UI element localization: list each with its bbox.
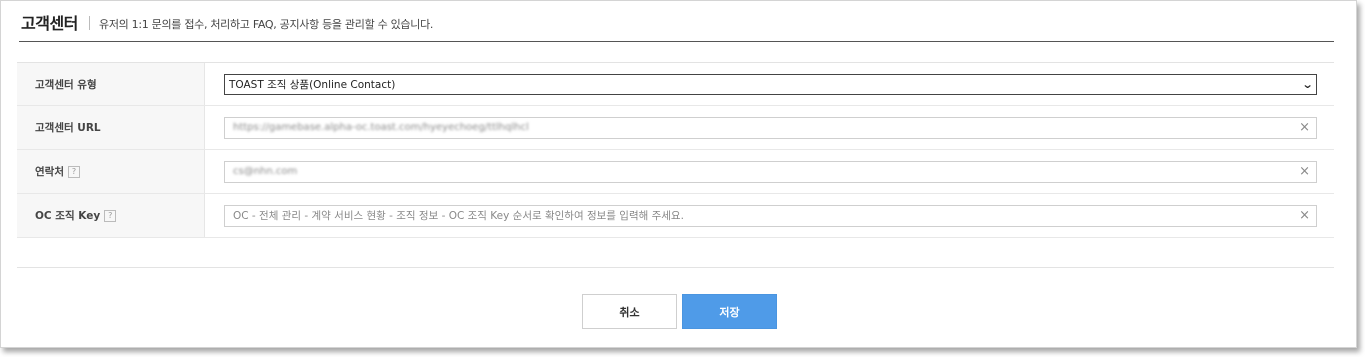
settings-form: 고객센터 유형 TOAST 조직 상품(Online Contact) ⌄ 고객… (17, 62, 1334, 238)
chevron-down-icon: ⌄ (1301, 77, 1314, 91)
contact-value-cell: cs@nhn.com × (205, 150, 1334, 193)
org-key-placeholder: OC - 전체 관리 - 계약 서비스 현황 - 조직 정보 - OC 조직 K… (233, 210, 684, 222)
title-divider (89, 16, 90, 30)
customer-center-panel: 고객센터 유저의 1:1 문의를 접수, 처리하고 FAQ, 공지사항 등을 관… (0, 0, 1357, 348)
form-row-url: 고객센터 URL https://gamebase.alpha-oc.toast… (17, 106, 1334, 150)
clear-contact-icon[interactable]: × (1299, 165, 1310, 178)
url-label: 고객센터 URL (17, 106, 205, 149)
form-row-type: 고객센터 유형 TOAST 조직 상품(Online Contact) ⌄ (17, 63, 1334, 106)
org-key-label: OC 조직 Key ? (17, 194, 205, 237)
page-header: 고객센터 유저의 1:1 문의를 접수, 처리하고 FAQ, 공지사항 등을 관… (19, 9, 1334, 42)
type-label: 고객센터 유형 (17, 63, 205, 105)
help-icon[interactable]: ? (67, 165, 80, 178)
page-title: 고객센터 (21, 14, 78, 33)
url-label-text: 고객센터 URL (35, 122, 101, 134)
save-button[interactable]: 저장 (682, 294, 777, 329)
footer-divider (17, 267, 1334, 268)
page-description: 유저의 1:1 문의를 접수, 처리하고 FAQ, 공지사항 등을 관리할 수 … (99, 18, 434, 31)
contact-label-text: 연락처 (35, 166, 64, 178)
type-label-text: 고객센터 유형 (35, 78, 97, 91)
url-input-value: https://gamebase.alpha-oc.toast.com/hyey… (233, 122, 529, 133)
contact-input-value: cs@nhn.com (233, 166, 298, 177)
type-value-cell: TOAST 조직 상품(Online Contact) ⌄ (205, 63, 1334, 105)
contact-input[interactable]: cs@nhn.com × (224, 160, 1317, 183)
org-key-label-text: OC 조직 Key (35, 210, 101, 222)
url-input[interactable]: https://gamebase.alpha-oc.toast.com/hyey… (224, 116, 1317, 139)
url-value-cell: https://gamebase.alpha-oc.toast.com/hyey… (205, 106, 1334, 149)
contact-label: 연락처 ? (17, 150, 205, 193)
cancel-button[interactable]: 취소 (582, 294, 677, 329)
form-row-org-key: OC 조직 Key ? OC - 전체 관리 - 계약 서비스 현황 - 조직 … (17, 194, 1334, 238)
clear-org-key-icon[interactable]: × (1299, 209, 1310, 222)
org-key-input[interactable]: OC - 전체 관리 - 계약 서비스 현황 - 조직 정보 - OC 조직 K… (224, 204, 1317, 227)
org-key-value-cell: OC - 전체 관리 - 계약 서비스 현황 - 조직 정보 - OC 조직 K… (205, 194, 1334, 237)
type-select-value: TOAST 조직 상품(Online Contact) (229, 78, 396, 91)
type-select[interactable]: TOAST 조직 상품(Online Contact) ⌄ (224, 73, 1317, 95)
form-row-contact: 연락처 ? cs@nhn.com × (17, 150, 1334, 194)
help-icon[interactable]: ? (104, 209, 117, 222)
clear-url-icon[interactable]: × (1299, 121, 1310, 134)
